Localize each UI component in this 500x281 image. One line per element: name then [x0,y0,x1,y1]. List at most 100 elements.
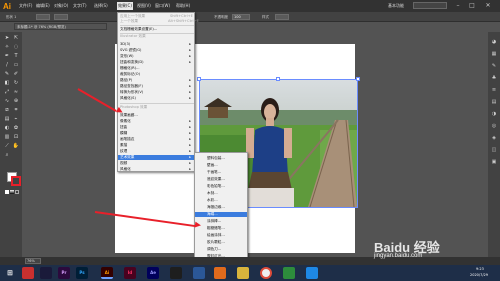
menu-item-convert-shape[interactable]: 转换为形状(V) [120,90,143,95]
style-swatch[interactable] [275,14,289,20]
type-icon[interactable]: T [12,53,20,60]
menu-item-pathfinder[interactable]: 路径查找器(F) [120,84,143,89]
menu-item-brush-strokes[interactable]: 画笔描边 [120,137,134,142]
brushes-panel-icon[interactable]: ✎ [490,62,498,70]
submenu-item-rough-pastels[interactable]: 粗糙蜡笔... [207,226,225,231]
symbols-panel-icon[interactable]: ♣ [490,74,498,82]
slice-icon[interactable]: ⟋ [3,143,11,150]
document-tab[interactable]: 未标题-1* @ 76% (RGB/预览) [14,23,107,30]
submenu-item-colored-pencil[interactable]: 彩色铅笔... [207,184,225,189]
app-icon[interactable] [22,267,34,279]
perspective-icon[interactable]: ⧄ [3,107,11,114]
app-icon[interactable] [283,267,295,279]
opacity-field[interactable]: 100 [232,14,250,20]
premiere-icon[interactable]: Pr [58,267,70,279]
magic-wand-icon[interactable]: ✧ [3,44,11,51]
app-icon[interactable] [193,267,205,279]
app-icon[interactable] [40,267,52,279]
submenu-item-sponge[interactable]: 海绵... [195,212,247,217]
app-icon[interactable] [306,267,318,279]
menu-item-stylize-ps[interactable]: 风格化 [120,167,131,172]
fill-swatch[interactable] [36,14,50,20]
artboards-panel-icon[interactable]: ▣ [490,158,498,166]
eraser-icon[interactable]: ◧ [3,80,11,87]
menu-item-blur[interactable]: 模糊 [120,131,127,136]
graph-icon[interactable]: ▥ [3,134,11,141]
submenu-item-film-grain[interactable]: 胶片颗粒... [207,240,225,245]
app-icon[interactable] [214,267,226,279]
submenu-item-dry-brush[interactable]: 干画笔... [207,170,221,175]
symbol-icon[interactable]: ✿ [12,125,20,132]
menu-object[interactable]: 对象(O) [54,3,68,9]
resize-handle[interactable] [356,77,360,81]
maximize-icon[interactable]: □ [466,2,478,10]
close-icon[interactable]: ✕ [482,2,494,10]
selection-tool-icon[interactable]: ➤ [3,35,11,42]
color-panel-icon[interactable]: ◕ [490,38,498,46]
appearance-panel-icon[interactable]: ◎ [490,122,498,130]
workspace-switcher[interactable]: 基本功能 [388,3,404,9]
menu-item-video[interactable]: 视频 [120,161,127,166]
hand-icon[interactable]: ✋ [12,143,20,150]
brush-icon[interactable]: ✎ [3,71,11,78]
menu-item-warp[interactable]: 变形(W) [120,54,134,59]
menu-edit[interactable]: 编辑(E) [36,3,50,9]
submenu-item-palette-knife[interactable]: 调色刀... [207,247,221,252]
menu-item-distort-transform[interactable]: 扭曲和变换(D) [120,60,144,65]
menu-item-texture[interactable]: 纹理 [120,149,127,154]
submenu-item-paint-daubs[interactable]: 绘画涂抹... [207,233,225,238]
menu-help[interactable]: 帮助(H) [176,3,190,9]
file-explorer-icon[interactable] [237,267,249,279]
width-icon[interactable]: ≈ [12,89,20,96]
artboard-icon[interactable]: ⊡ [12,134,20,141]
resize-handle[interactable] [276,77,280,81]
menu-window[interactable]: 窗口(W) [155,3,170,9]
menu-item-3d[interactable]: 3D(3) [120,42,130,47]
line-icon[interactable]: / [3,62,11,69]
menu-item-sketch[interactable]: 素描 [120,143,127,148]
minimize-icon[interactable]: – [452,2,464,10]
transparency-panel-icon[interactable]: ◑ [490,110,498,118]
warp-icon[interactable]: ∿ [3,98,11,105]
menu-item-distort[interactable]: 扭曲 [120,125,127,130]
zoom-icon[interactable]: ⌕ [3,152,11,159]
submenu-item-smudge-stick[interactable]: 涂抹棒... [207,219,221,224]
resize-handle[interactable] [197,77,201,81]
submenu-item-fresco[interactable]: 壁画... [207,163,218,168]
submenu-item-plastic-wrap[interactable]: 塑料包装... [207,156,225,161]
color-mode-icon[interactable] [5,190,9,194]
menu-item-rasterize[interactable]: 栅格化(R)... [120,66,140,71]
menu-item-stylize-ai[interactable]: 风格化(S) [120,96,136,101]
gradient-icon[interactable]: ▤ [3,116,11,123]
menu-file[interactable]: 文件(F) [19,3,32,9]
chrome-icon[interactable] [260,267,272,279]
scale-icon[interactable]: ⤢ [3,89,11,96]
pen-icon[interactable]: ✒ [3,53,11,60]
stroke-color-swatch[interactable] [11,176,21,186]
shape-builder-icon[interactable]: ⊕ [12,98,20,105]
menu-item-crop-marks[interactable]: 裁剪标记(O) [120,72,140,77]
lasso-icon[interactable]: ◌ [12,44,20,51]
menu-item-pixelate[interactable]: 像素化 [120,119,131,124]
submenu-item-cutout[interactable]: 木刻... [207,191,218,196]
stroke-panel-icon[interactable]: ≡ [490,86,498,94]
mesh-icon[interactable]: ⌗ [12,107,20,114]
rectangle-icon[interactable]: ▭ [12,62,20,69]
after-effects-icon[interactable]: Ae [147,267,159,279]
menu-view[interactable]: 视图(V) [137,3,151,9]
submenu-item-watercolor[interactable]: 水彩... [207,198,218,203]
menu-item-artistic[interactable]: 艺术效果 [118,155,194,160]
layers-panel-icon[interactable]: ◫ [490,146,498,154]
gradient-mode-icon[interactable] [10,190,14,194]
illustrator-icon[interactable]: Ai [101,267,113,279]
blend-icon[interactable]: ◐ [3,125,11,132]
search-input[interactable] [413,2,447,9]
pencil-icon[interactable]: ✐ [12,71,20,78]
windows-start-icon[interactable]: ⊞ [4,267,16,279]
stroke-swatch[interactable] [54,14,68,20]
menu-item-effect-gallery[interactable]: 效果画廊... [120,113,138,118]
eyedropper-icon[interactable]: ⌁ [12,116,20,123]
direct-selection-icon[interactable]: ⇱ [12,35,20,42]
menu-select[interactable]: 选择(S) [94,3,108,9]
photoshop-icon[interactable]: Ps [76,267,88,279]
